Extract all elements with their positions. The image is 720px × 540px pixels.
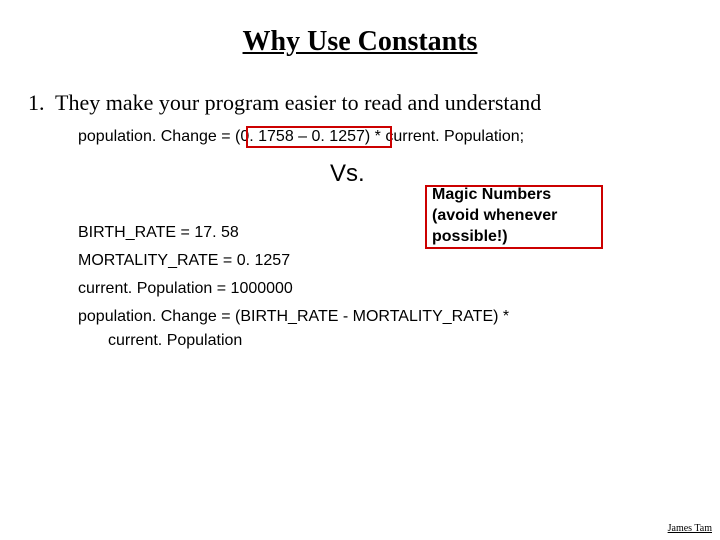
code-line-4: current. Population = 1000000 [78,280,293,298]
magic-number-highlight-box [246,126,392,148]
callout-line-3: possible!) [432,228,508,245]
callout-line-2: (avoid whenever [432,207,557,224]
list-number: 1. [28,90,45,116]
magic-numbers-callout-text: Magic Numbers (avoid whenever possible!) [432,184,557,247]
slide: Why Use Constants 1. They make your prog… [0,0,720,540]
list-text: They make your program easier to read an… [55,90,541,116]
slide-title: Why Use Constants [0,26,720,58]
code-line-5a: population. Change = (BIRTH_RATE - MORTA… [78,308,509,326]
callout-line-1: Magic Numbers [432,186,551,203]
code-line-2: BIRTH_RATE = 17. 58 [78,224,239,242]
code-line-5b: current. Population [108,332,242,350]
author-credit: James Tam [668,523,712,534]
vs-label: Vs. [330,160,365,188]
code-line-3: MORTALITY_RATE = 0. 1257 [78,252,290,270]
